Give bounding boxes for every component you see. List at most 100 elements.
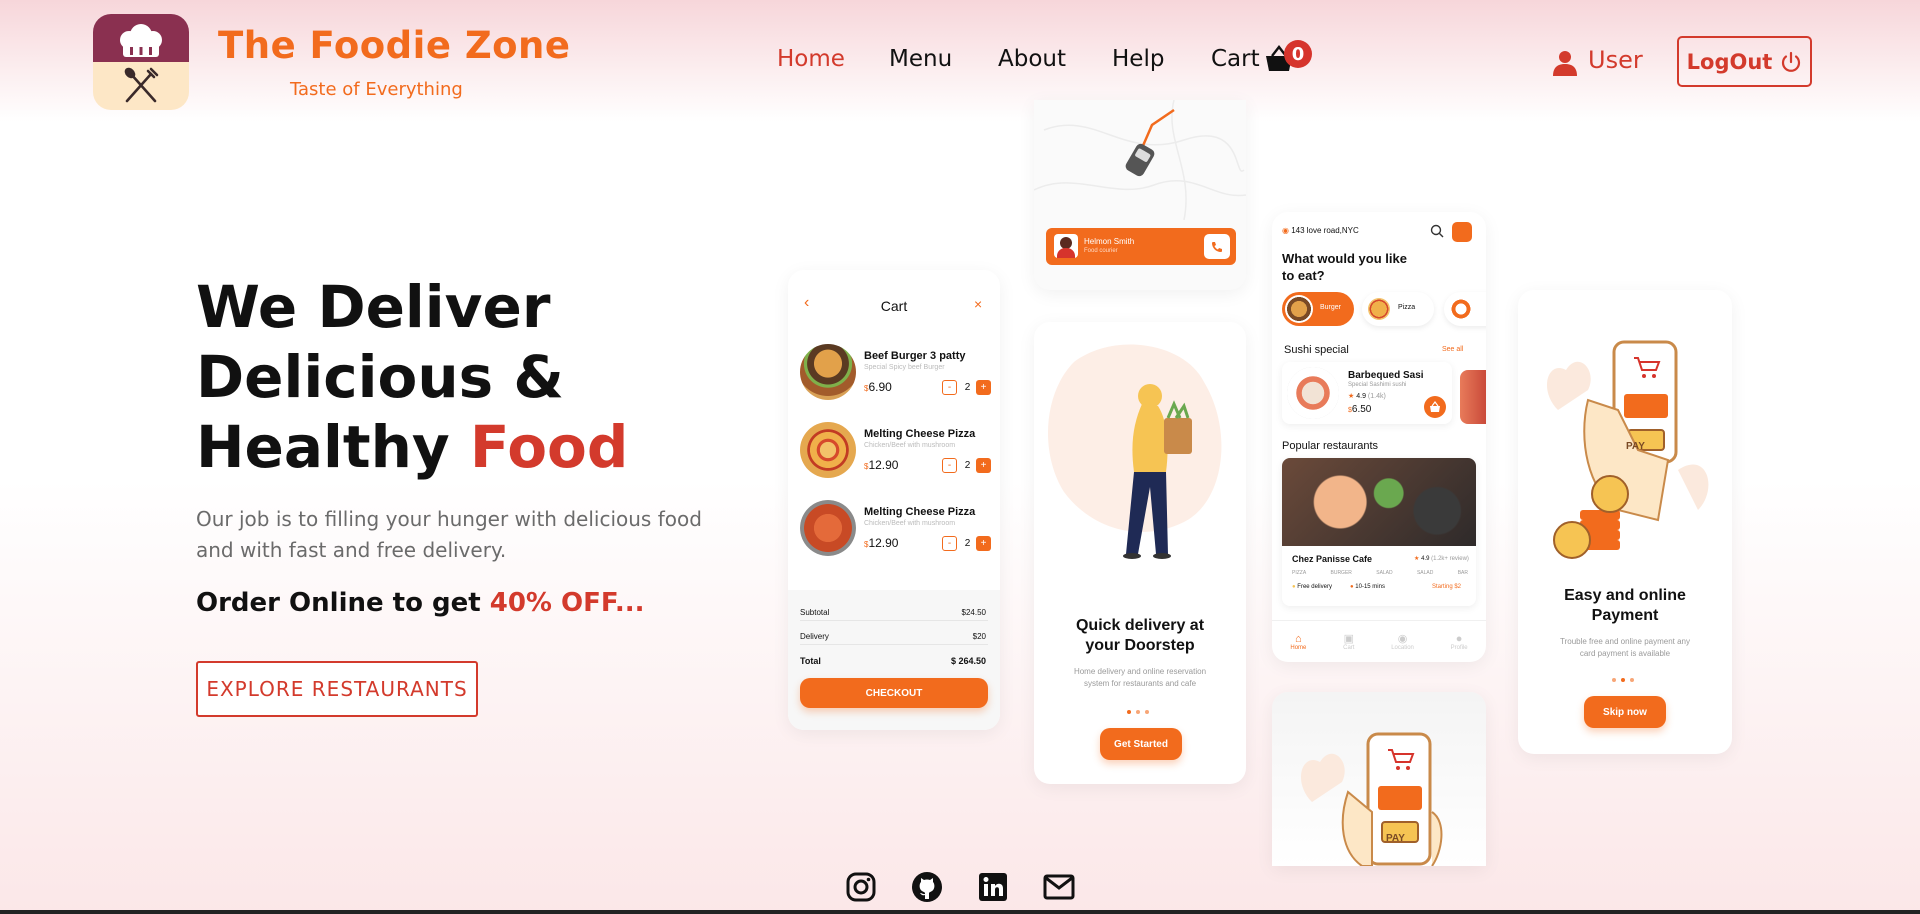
cart-item-sub: Chicken/Beef with mushroom bbox=[864, 442, 956, 449]
qty-value: 2 bbox=[964, 382, 971, 393]
qty-plus-button[interactable]: + bbox=[976, 536, 991, 551]
call-button[interactable] bbox=[1204, 234, 1230, 259]
tab-home[interactable]: ⌂ Home bbox=[1290, 633, 1306, 651]
payment-illustration bbox=[1300, 732, 1443, 866]
location-icon: ◉ bbox=[1397, 633, 1408, 645]
add-to-basket-button[interactable] bbox=[1424, 396, 1446, 418]
github-icon bbox=[912, 872, 942, 902]
cart-item-sub: Chicken/Beef with mushroom bbox=[864, 520, 956, 527]
cart-item-sub: Special Spicy beef Burger bbox=[864, 364, 945, 371]
burger-image bbox=[800, 344, 856, 400]
payment-illustration bbox=[1546, 340, 1709, 559]
subtotal-label: Subtotal bbox=[800, 608, 830, 617]
profile-icon: ● bbox=[1455, 632, 1463, 645]
cart-item-price: $6.90 bbox=[864, 380, 892, 394]
category-burger[interactable]: Burger bbox=[1282, 292, 1354, 326]
nav-help[interactable]: Help bbox=[1112, 46, 1164, 72]
courier-card: Helmon Smith Food courier bbox=[1046, 228, 1236, 265]
cart-summary: Subtotal $24.50 Delivery $20 Total $ 264… bbox=[788, 590, 1000, 730]
checkout-button[interactable]: CHECKOUT bbox=[800, 678, 988, 708]
github-link[interactable] bbox=[910, 870, 944, 904]
explore-restaurants-button[interactable]: EXPLORE RESTAURANTS bbox=[196, 661, 478, 717]
qty-value: 2 bbox=[964, 460, 971, 471]
eta: ● 10-15 mins bbox=[1350, 584, 1385, 590]
pizza-icon bbox=[1368, 298, 1390, 320]
tab-location[interactable]: ◉ Location bbox=[1391, 632, 1414, 651]
qty-value: 2 bbox=[964, 538, 971, 549]
delivery-value: $20 bbox=[972, 632, 986, 641]
pay-text: PAY bbox=[1386, 833, 1405, 844]
phone-payment-preview: PAY bbox=[1272, 692, 1486, 866]
mail-icon bbox=[1043, 874, 1075, 900]
category-sushi[interactable] bbox=[1444, 292, 1486, 326]
subtotal-value: $24.50 bbox=[961, 608, 986, 617]
map-route-graphic bbox=[1034, 100, 1246, 221]
restaurant-name: Chez Panisse Cafe bbox=[1292, 554, 1373, 564]
basket-icon bbox=[1430, 401, 1440, 412]
linkedin-link[interactable] bbox=[976, 870, 1010, 904]
cart-title: Cart bbox=[880, 298, 908, 314]
qty-plus-button[interactable]: + bbox=[976, 380, 991, 395]
payment-title: Easy and online Payment bbox=[1564, 587, 1686, 624]
sushi-heading: Sushi special bbox=[1284, 344, 1349, 356]
close-icon[interactable]: × bbox=[974, 296, 982, 312]
sushi-card[interactable]: Barbequed Sasi Special Sashimi sushi ★ 4… bbox=[1282, 362, 1452, 424]
logout-label: LogOut bbox=[1686, 49, 1773, 74]
logout-button[interactable]: LogOut bbox=[1677, 36, 1812, 87]
courier-role: Food courier bbox=[1084, 248, 1118, 254]
user-icon[interactable] bbox=[1552, 50, 1578, 76]
instagram-link[interactable] bbox=[844, 870, 878, 904]
nav-home[interactable]: Home bbox=[777, 46, 845, 72]
hero-title-line2: Delicious & bbox=[196, 343, 564, 411]
location-text: ◉ 143 love road,NYC bbox=[1282, 226, 1359, 235]
free-delivery: ● Free delivery bbox=[1292, 584, 1332, 590]
see-all-link[interactable]: See all bbox=[1442, 346, 1463, 353]
chef-hat-cutlery-icon bbox=[120, 24, 162, 103]
category-label: Burger bbox=[1320, 304, 1342, 311]
sushi-name: Barbequed Sasi bbox=[1348, 370, 1424, 381]
location-pin-icon: ◉ bbox=[1282, 226, 1292, 235]
popular-heading: Popular restaurants bbox=[1282, 440, 1378, 452]
delivery-title: Quick delivery at your Doorstep bbox=[1075, 617, 1205, 654]
restaurant-card[interactable]: Chez Panisse Cafe ★ 4.9 (1.2k+ review) P… bbox=[1282, 458, 1476, 606]
get-started-button[interactable]: Get Started bbox=[1100, 728, 1182, 760]
courier-avatar bbox=[1054, 234, 1078, 258]
starting-price: Starting $2 bbox=[1432, 584, 1462, 590]
tab-profile[interactable]: ● Profile bbox=[1451, 633, 1468, 651]
cart-item-price: $12.90 bbox=[864, 536, 899, 550]
total-label: Total bbox=[800, 656, 821, 666]
tab-cart[interactable]: ▣ Cart bbox=[1343, 632, 1354, 651]
delivery-person-illustration bbox=[1047, 344, 1222, 559]
qty-minus-button[interactable]: - bbox=[942, 380, 957, 395]
skip-now-button[interactable]: Skip now bbox=[1584, 696, 1666, 728]
hero-title-line3-plain: Healthy bbox=[196, 413, 470, 481]
category-pizza[interactable]: Pizza bbox=[1362, 292, 1434, 326]
nav-about[interactable]: About bbox=[998, 46, 1066, 72]
sushi-price: $6.50 bbox=[1348, 404, 1372, 415]
qty-minus-button[interactable]: - bbox=[942, 458, 957, 473]
search-icon[interactable] bbox=[1430, 224, 1444, 238]
restaurant-image bbox=[1282, 458, 1476, 546]
qty-plus-button[interactable]: + bbox=[976, 458, 991, 473]
bottom-tab-bar: ⌂ Home ▣ Cart ◉ Location ● Profile bbox=[1272, 620, 1486, 662]
total-value: $ 264.50 bbox=[950, 656, 986, 666]
restaurant-tags: PIZZA BURGER SALAD SALAD BAR bbox=[1292, 570, 1468, 576]
hero-offer: Order Online to get 40% OFF... bbox=[196, 588, 644, 618]
nav-menu[interactable]: Menu bbox=[889, 46, 952, 72]
cart-item: Melting Cheese Pizza Chicken/Beef with m… bbox=[798, 420, 991, 486]
email-link[interactable] bbox=[1042, 870, 1076, 904]
site-logo[interactable] bbox=[93, 14, 189, 110]
user-link[interactable]: User bbox=[1588, 46, 1643, 74]
brand-name[interactable]: The Foodie Zone bbox=[218, 24, 571, 67]
home-question: What would you like to eat? bbox=[1282, 251, 1407, 283]
next-sushi-card[interactable] bbox=[1460, 370, 1486, 424]
delivery-label: Delivery bbox=[800, 632, 829, 641]
qty-minus-button[interactable]: - bbox=[942, 536, 957, 551]
nav-cart[interactable]: Cart bbox=[1211, 46, 1260, 72]
cart-item-name: Beef Burger 3 patty bbox=[864, 350, 966, 362]
phone-cart: ‹ Cart × Beef Burger 3 patty Special Spi… bbox=[788, 270, 1000, 730]
avatar[interactable] bbox=[1452, 222, 1472, 242]
home-icon: ⌂ bbox=[1295, 632, 1302, 645]
category-label: Pizza bbox=[1398, 304, 1416, 311]
hero-offer-plain: Order Online to get bbox=[196, 588, 490, 618]
